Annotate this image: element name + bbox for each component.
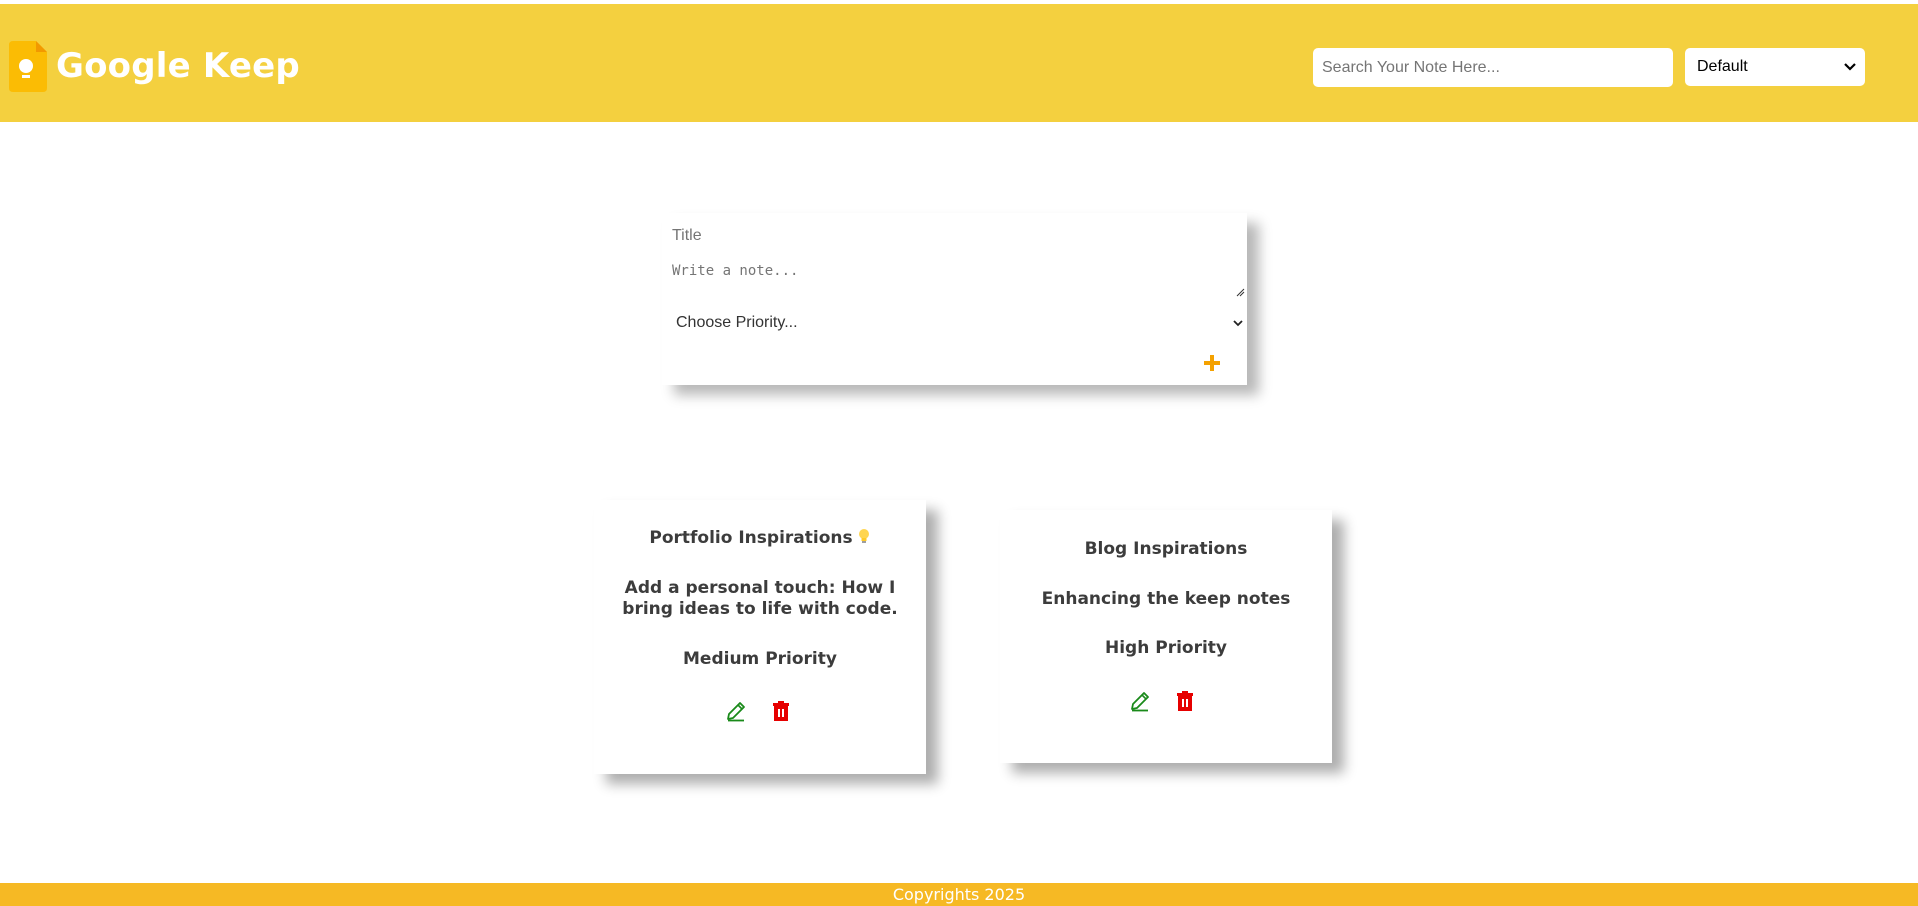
search-input[interactable] bbox=[1313, 48, 1673, 87]
trash-icon[interactable] bbox=[1174, 690, 1196, 712]
note-card-title: Blog Inspirations bbox=[1084, 539, 1248, 559]
chevron-down-icon bbox=[1233, 320, 1243, 327]
sort-select[interactable]: Default bbox=[1685, 48, 1865, 86]
copyright-text: Copyrights 2025 bbox=[892, 885, 1026, 904]
note-card-priority: High Priority bbox=[1104, 638, 1227, 658]
priority-select[interactable]: Choose Priority... bbox=[676, 311, 1246, 335]
edit-pencil-icon[interactable] bbox=[725, 700, 747, 722]
plus-icon[interactable] bbox=[1202, 353, 1222, 373]
app-footer: Copyrights 2025 bbox=[0, 883, 1918, 906]
lightbulb-emoji-icon bbox=[858, 529, 869, 543]
note-body-input[interactable] bbox=[672, 263, 1237, 311]
trash-icon[interactable] bbox=[770, 700, 792, 722]
app-title: Google Keep bbox=[56, 46, 300, 86]
priority-select-value: Choose Priority... bbox=[676, 314, 798, 331]
note-creator: Choose Priority... bbox=[662, 213, 1247, 385]
page: Google Keep Default Choose Priority... P bbox=[0, 0, 1918, 906]
note-title-input[interactable] bbox=[672, 223, 1232, 249]
edit-pencil-icon[interactable] bbox=[1129, 690, 1151, 712]
note-card-priority: Medium Priority bbox=[683, 649, 837, 669]
resize-grip-icon[interactable] bbox=[1235, 287, 1245, 297]
sort-select-value: Default bbox=[1697, 58, 1748, 75]
keep-bulb-icon[interactable] bbox=[9, 41, 47, 92]
app-header: Google Keep Default bbox=[0, 4, 1918, 122]
note-card-body: Enhancing the keep notes bbox=[1041, 589, 1291, 609]
note-card: Portfolio Inspirations Add a personal to… bbox=[594, 500, 926, 774]
note-card-actions bbox=[1000, 690, 1332, 712]
note-card-actions bbox=[594, 700, 926, 722]
chevron-down-icon bbox=[1844, 63, 1856, 71]
note-card-body: Add a personal touch: How I bring ideas … bbox=[622, 578, 898, 619]
note-card: Blog Inspirations Enhancing the keep not… bbox=[1000, 510, 1332, 763]
note-card-title: Portfolio Inspirations bbox=[604, 528, 916, 549]
